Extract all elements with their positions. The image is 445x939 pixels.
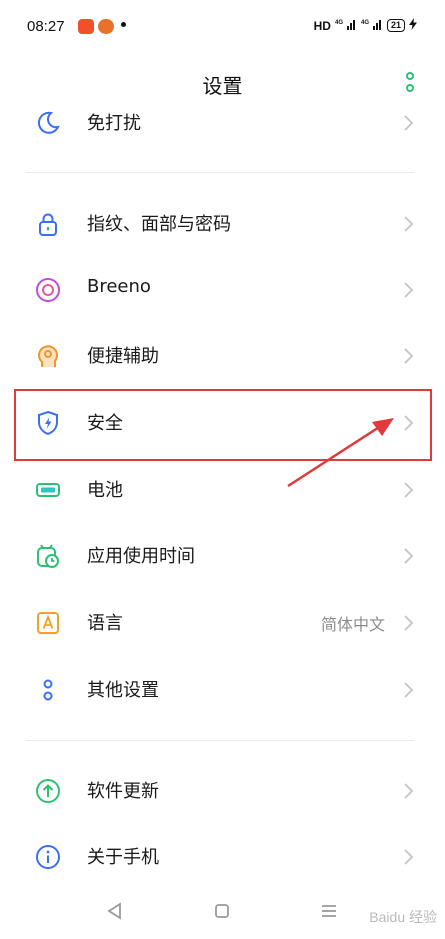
chevron-right-icon (404, 282, 414, 298)
home-icon[interactable] (208, 897, 236, 925)
settings-item-dnd[interactable]: 免打扰 (0, 90, 445, 156)
recent-apps-icon[interactable] (315, 897, 343, 925)
chevron-right-icon (404, 682, 414, 698)
breeno-icon (36, 278, 60, 302)
status-time: 08:27 (27, 18, 65, 35)
svg-text:4G: 4G (335, 20, 343, 26)
charging-icon (409, 18, 417, 33)
language-current-value: 简体中文 (320, 615, 385, 634)
settings-item-label: 应用使用时间 (87, 546, 195, 567)
settings-item-label: 便捷辅助 (87, 346, 159, 367)
chevron-right-icon (404, 482, 414, 498)
settings-item-label: 语言 (87, 613, 123, 634)
settings-item-label: 指纹、面部与密码 (87, 214, 231, 235)
lock-icon (39, 213, 57, 236)
svg-text:4G: 4G (361, 20, 369, 26)
settings-item-app-usage-time[interactable]: 应用使用时间 (0, 523, 445, 589)
chevron-right-icon (404, 115, 414, 131)
back-icon[interactable] (101, 897, 129, 925)
chevron-right-icon (404, 849, 414, 865)
info-icon (36, 845, 60, 869)
battery-indicator: 21 (386, 19, 405, 32)
chevron-right-icon (404, 348, 414, 364)
settings-item-breeno[interactable]: Breeno (0, 257, 445, 323)
annotation-arrow-icon (287, 418, 394, 488)
chevron-right-icon (404, 216, 414, 232)
settings-item-about-phone[interactable]: 关于手机 (0, 824, 445, 890)
section-divider (26, 172, 414, 173)
settings-item-fingerprint-face-password[interactable]: 指纹、面部与密码 (0, 191, 445, 257)
settings-item-label: 关于手机 (87, 847, 159, 868)
accessibility-head-icon (38, 345, 58, 367)
settings-item-label: 软件更新 (87, 781, 159, 802)
settings-item-label: 其他设置 (87, 680, 159, 701)
section-divider (26, 740, 414, 741)
settings-item-software-update[interactable]: 软件更新 (0, 758, 445, 824)
signal-icon-2: 4G (361, 18, 383, 33)
settings-item-label: 免打扰 (87, 113, 141, 134)
settings-item-label: Breeno (87, 276, 151, 297)
chevron-right-icon (404, 548, 414, 564)
battery-icon (36, 483, 60, 497)
moon-icon (37, 111, 60, 134)
status-bar: 08:27 HD 4G 4G 21 (0, 0, 445, 52)
app-timer-icon (37, 544, 59, 568)
settings-item-accessibility[interactable]: 便捷辅助 (0, 323, 445, 389)
chevron-right-icon (404, 615, 414, 631)
update-arrow-icon (36, 779, 60, 803)
settings-item-other-settings[interactable]: 其他设置 (0, 657, 445, 723)
settings-item-language[interactable]: 语言 简体中文 (0, 590, 445, 656)
navigation-bar: Baidu 经验 (0, 885, 445, 939)
settings-item-label: 电池 (87, 480, 123, 501)
status-indicators: HD 4G 4G 21 (314, 18, 417, 33)
chevron-right-icon (404, 783, 414, 799)
signal-icon: 4G (335, 18, 357, 33)
hd-indicator: HD (313, 18, 331, 33)
notification-app-icon (78, 19, 94, 34)
other-settings-icon (43, 679, 53, 701)
language-a-icon (37, 612, 59, 634)
notification-dot (121, 22, 126, 27)
notification-app-icon-2 (98, 19, 114, 34)
watermark: Baidu 经验 (369, 909, 437, 925)
